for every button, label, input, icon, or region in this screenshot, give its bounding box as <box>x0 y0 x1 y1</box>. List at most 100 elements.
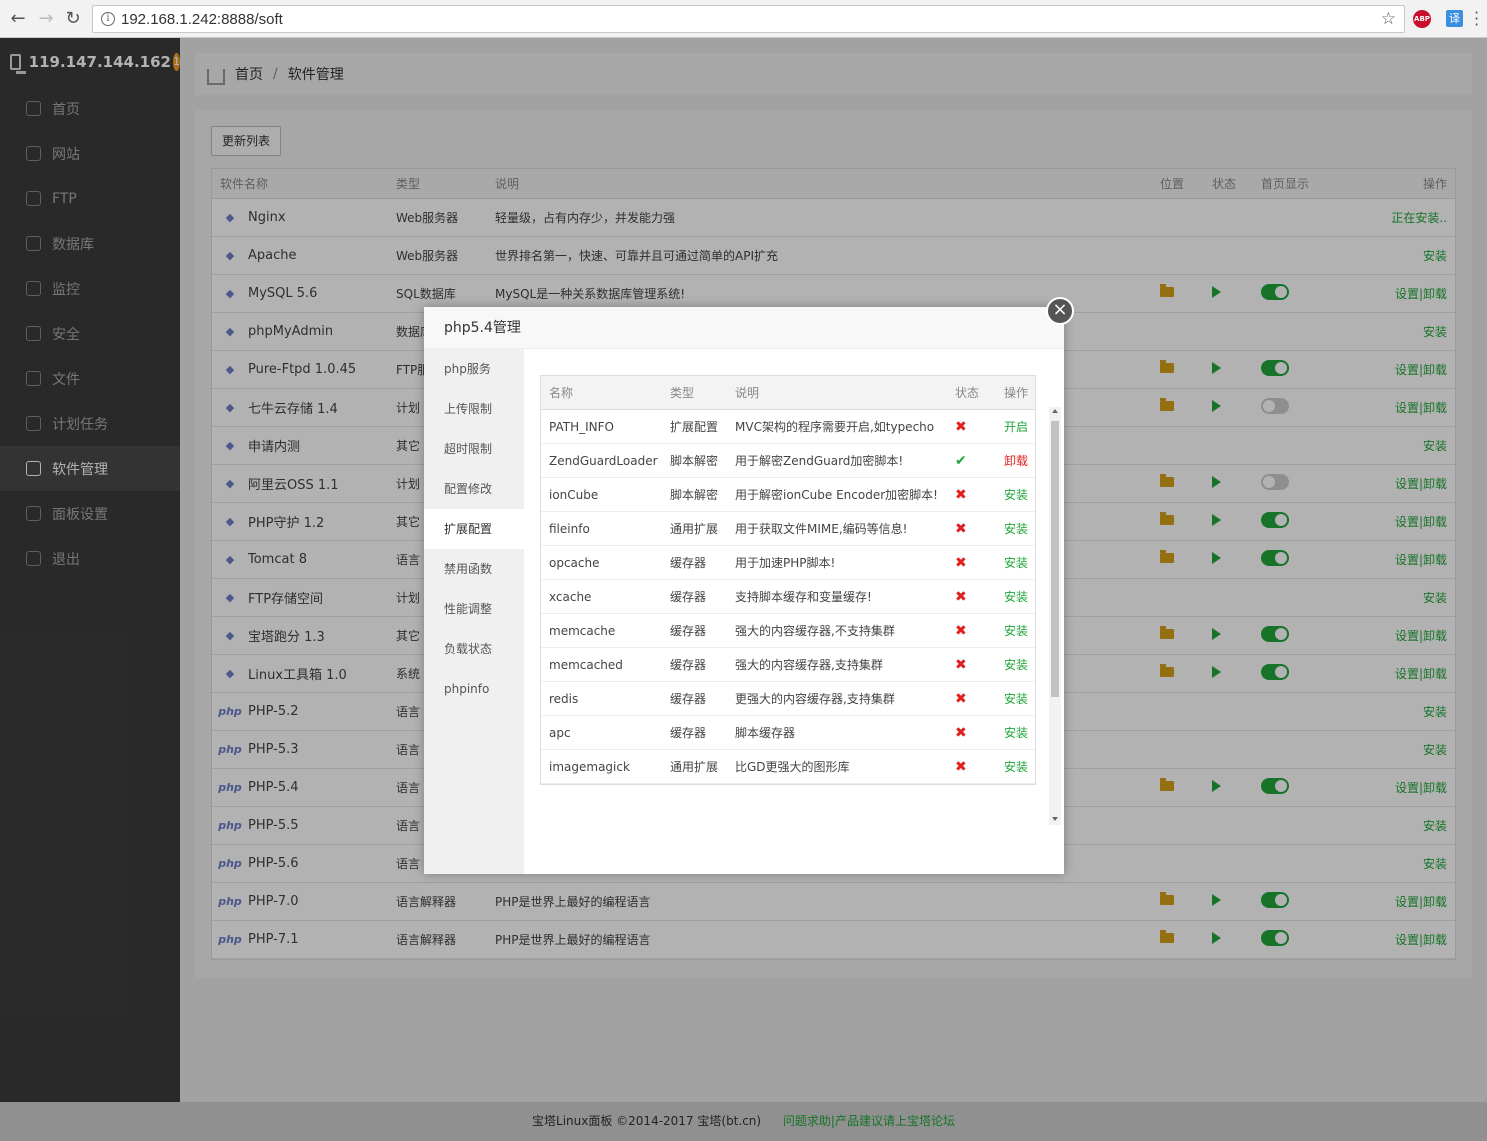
extension-type: 脚本解密 <box>670 454 719 468</box>
close-icon[interactable]: × <box>1046 297 1074 325</box>
scroll-down-icon[interactable] <box>1052 817 1058 821</box>
browser-toolbar: ← → ↻ i 192.168.1.242:8888/soft ☆ ABP 译 … <box>0 0 1487 38</box>
cross-icon: ✖ <box>955 657 967 673</box>
url-text[interactable]: 192.168.1.242:8888/soft <box>121 11 283 28</box>
extension-row: apc 缓存器 脚本缓存器 ✖ 安装 <box>541 716 1035 750</box>
modal-menu-item[interactable]: 性能调整 <box>424 589 524 629</box>
extension-desc: 用于解密ZendGuard加密脚本! <box>735 454 904 468</box>
modal-title: php5.4管理 <box>424 307 1064 349</box>
extension-table-header: 名称 类型 说明 状态 操作 <box>541 376 1035 410</box>
ext-header-name: 名称 <box>549 386 574 400</box>
extension-row: imagemagick 通用扩展 比GD更强大的图形库 ✖ 安装 <box>541 750 1035 784</box>
cross-icon: ✖ <box>955 759 967 775</box>
translate-extension-icon[interactable]: 译 <box>1446 10 1463 27</box>
extension-name: PATH_INFO <box>549 420 614 434</box>
back-icon[interactable]: ← <box>8 9 28 29</box>
forward-icon[interactable]: → <box>36 9 56 29</box>
cross-icon: ✖ <box>955 521 967 537</box>
cross-icon: ✖ <box>955 555 967 571</box>
cross-icon: ✖ <box>955 725 967 741</box>
ext-header-stat: 状态 <box>955 386 980 400</box>
modal-menu-item[interactable]: phpinfo <box>424 669 524 709</box>
extension-type: 通用扩展 <box>670 522 719 536</box>
extension-action[interactable]: 安装 <box>1004 750 1028 784</box>
modal-menu-item[interactable]: 配置修改 <box>424 469 524 509</box>
extension-desc: 支持脚本缓存和变量缓存! <box>735 590 872 604</box>
browser-menu-icon[interactable]: · · · <box>1474 5 1479 33</box>
extension-type: 缓存器 <box>670 590 707 604</box>
modal-menu-item[interactable]: 扩展配置 <box>424 509 524 549</box>
info-icon[interactable]: i <box>101 12 115 26</box>
extension-scrollbar[interactable] <box>1049 407 1061 825</box>
address-bar[interactable]: i 192.168.1.242:8888/soft ☆ <box>92 5 1405 33</box>
cross-icon: ✖ <box>955 623 967 639</box>
extension-name: redis <box>549 692 579 706</box>
extension-type: 脚本解密 <box>670 488 719 502</box>
extension-desc: 强大的内容缓存器,不支持集群 <box>735 624 895 638</box>
modal-menu: php服务 上传限制 超时限制 配置修改 扩展配置 禁用函数 性能调整 负载状态 phpinfo <box>424 349 524 874</box>
extension-action[interactable]: 安装 <box>1004 716 1028 750</box>
extension-row: redis 缓存器 更强大的内容缓存器,支持集群 ✖ 安装 <box>541 682 1035 716</box>
cross-icon: ✖ <box>955 691 967 707</box>
extension-desc: MVC架构的程序需要开启,如typecho <box>735 420 935 434</box>
extension-row: xcache 缓存器 支持脚本缓存和变量缓存! ✖ 安装 <box>541 580 1035 614</box>
extension-name: ZendGuardLoader <box>549 454 658 468</box>
ext-header-type: 类型 <box>670 386 695 400</box>
extension-desc: 比GD更强大的图形库 <box>735 760 850 774</box>
php-manage-modal: php5.4管理 × php服务 上传限制 超时限制 配置修改 扩展配置 禁用函数 性能调整… <box>424 297 1074 874</box>
extension-action[interactable]: 安装 <box>1004 546 1028 580</box>
extension-type: 缓存器 <box>670 692 707 706</box>
extension-action[interactable]: 卸载 <box>1004 444 1028 478</box>
reload-icon[interactable]: ↻ <box>63 9 83 29</box>
extension-table: 名称 类型 说明 状态 操作 PATH_INFO 扩展配置 MVC架构的程序需要开启… <box>540 375 1036 785</box>
scroll-thumb[interactable] <box>1051 421 1059 697</box>
modal-menu-item[interactable]: php服务 <box>424 349 524 389</box>
extension-name: xcache <box>549 590 592 604</box>
extension-action[interactable]: 安装 <box>1004 682 1028 716</box>
extension-desc: 强大的内容缓存器,支持集群 <box>735 658 883 672</box>
extension-desc: 用于加速PHP脚本! <box>735 556 836 570</box>
extension-type: 缓存器 <box>670 556 707 570</box>
extension-desc: 用于获取文件MIME,编码等信息! <box>735 522 908 536</box>
adblock-extension-icon[interactable]: ABP <box>1413 10 1431 28</box>
extension-action[interactable]: 安装 <box>1004 648 1028 682</box>
modal-menu-item[interactable]: 上传限制 <box>424 389 524 429</box>
extension-name: imagemagick <box>549 760 630 774</box>
ext-header-desc: 说明 <box>735 386 760 400</box>
extension-row: ionCube 脚本解密 用于解密ionCube Encoder加密脚本! ✖ 安装 <box>541 478 1035 512</box>
extension-type: 缓存器 <box>670 726 707 740</box>
scroll-up-icon[interactable] <box>1052 409 1058 413</box>
extension-desc: 脚本缓存器 <box>735 726 796 740</box>
cross-icon: ✖ <box>955 419 967 435</box>
extension-action[interactable]: 安装 <box>1004 478 1028 512</box>
extension-row: opcache 缓存器 用于加速PHP脚本! ✖ 安装 <box>541 546 1035 580</box>
extension-row: PATH_INFO 扩展配置 MVC架构的程序需要开启,如typecho ✖ 开启 <box>541 410 1035 444</box>
modal-menu-item[interactable]: 超时限制 <box>424 429 524 469</box>
modal-menu-item[interactable]: 禁用函数 <box>424 549 524 589</box>
modal-content: 名称 类型 说明 状态 操作 PATH_INFO 扩展配置 MVC架构的程序需要开启… <box>524 349 1064 874</box>
extension-type: 缓存器 <box>670 624 707 638</box>
cross-icon: ✖ <box>955 589 967 605</box>
extension-name: memcache <box>549 624 616 638</box>
extension-action[interactable]: 开启 <box>1004 410 1028 444</box>
modal-menu-item[interactable]: 负载状态 <box>424 629 524 669</box>
extension-desc: 用于解密ionCube Encoder加密脚本! <box>735 488 938 502</box>
extension-desc: 更强大的内容缓存器,支持集群 <box>735 692 895 706</box>
extension-action[interactable]: 安装 <box>1004 512 1028 546</box>
extension-name: memcached <box>549 658 623 672</box>
bookmark-star-icon[interactable]: ☆ <box>1381 9 1396 29</box>
extension-action[interactable]: 安装 <box>1004 614 1028 648</box>
extension-type: 缓存器 <box>670 658 707 672</box>
cross-icon: ✖ <box>955 487 967 503</box>
extension-name: apc <box>549 726 571 740</box>
extension-row: fileinfo 通用扩展 用于获取文件MIME,编码等信息! ✖ 安装 <box>541 512 1035 546</box>
extension-action[interactable]: 安装 <box>1004 580 1028 614</box>
extension-type: 扩展配置 <box>670 420 719 434</box>
extension-row: memcache 缓存器 强大的内容缓存器,不支持集群 ✖ 安装 <box>541 614 1035 648</box>
extension-name: fileinfo <box>549 522 590 536</box>
extension-type: 通用扩展 <box>670 760 719 774</box>
extension-row: memcached 缓存器 强大的内容缓存器,支持集群 ✖ 安装 <box>541 648 1035 682</box>
ext-header-op: 操作 <box>1004 386 1029 400</box>
check-icon: ✔ <box>955 453 967 469</box>
extension-name: opcache <box>549 556 600 570</box>
